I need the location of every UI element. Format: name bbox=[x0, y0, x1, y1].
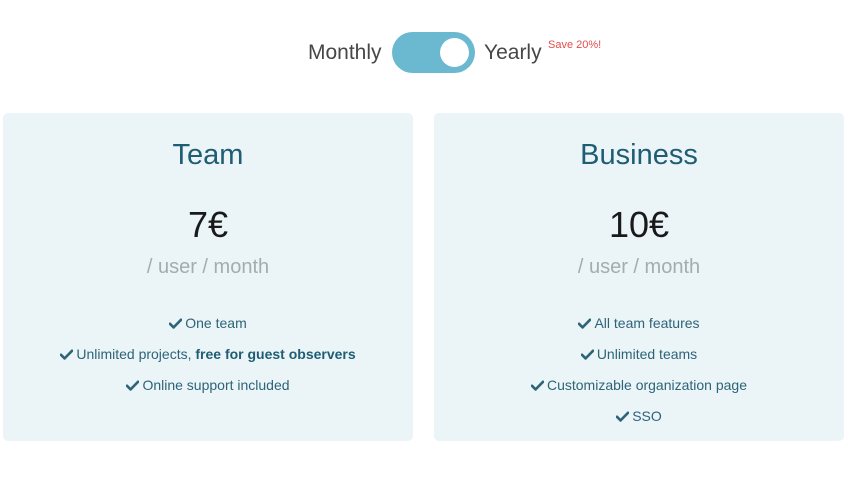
plan-name: Team bbox=[172, 139, 244, 171]
check-icon bbox=[60, 349, 74, 360]
feature-text: SSO bbox=[632, 408, 662, 424]
plan-unit: / user / month bbox=[577, 256, 701, 278]
monthly-label[interactable]: Monthly bbox=[308, 41, 382, 65]
billing-switch[interactable] bbox=[392, 32, 475, 73]
plan-price: 7€ bbox=[187, 204, 229, 245]
check-icon bbox=[578, 318, 592, 329]
check-icon bbox=[126, 380, 140, 391]
check-icon bbox=[616, 411, 630, 422]
feature-list: One team Unlimited projects, free for gu… bbox=[3, 308, 413, 401]
save-badge: Save 20%! bbox=[548, 39, 602, 51]
feature-list: All team features Unlimited teams Custom… bbox=[434, 308, 844, 432]
switch-knob[interactable] bbox=[440, 38, 469, 67]
feature-text: Customizable organization page bbox=[546, 377, 747, 393]
check-icon bbox=[530, 380, 544, 391]
check-icon bbox=[580, 349, 594, 360]
feature-item: Unlimited teams bbox=[434, 339, 844, 370]
plan-card-team: Team 7€ / user / month One team Unlimite… bbox=[3, 113, 413, 441]
feature-text: Unlimited projects, bbox=[76, 346, 196, 362]
yearly-label[interactable]: Yearly bbox=[484, 41, 542, 65]
feature-text: Online support included bbox=[142, 377, 290, 393]
billing-period-toggle: Monthly Yearly Save 20%! bbox=[0, 30, 850, 74]
plan-unit: / user / month bbox=[146, 256, 270, 278]
feature-item: Unlimited projects, free for guest obser… bbox=[3, 339, 413, 370]
pricing-page: Monthly Yearly Save 20%! Team 7€ / user … bbox=[0, 0, 850, 478]
check-icon bbox=[169, 318, 183, 329]
feature-highlight: free for guest observers bbox=[195, 346, 356, 362]
feature-item: Online support included bbox=[3, 370, 413, 401]
plan-card-business: Business 10€ / user / month All team fea… bbox=[434, 113, 844, 441]
plan-price: 10€ bbox=[608, 204, 670, 245]
feature-item: Customizable organization page bbox=[434, 370, 844, 401]
feature-item: SSO bbox=[434, 401, 844, 432]
feature-item: All team features bbox=[434, 308, 844, 339]
feature-text: Unlimited teams bbox=[596, 346, 698, 362]
plan-name: Business bbox=[580, 139, 698, 171]
feature-text: One team bbox=[185, 315, 247, 331]
feature-text: All team features bbox=[594, 315, 700, 331]
feature-item: One team bbox=[3, 308, 413, 339]
